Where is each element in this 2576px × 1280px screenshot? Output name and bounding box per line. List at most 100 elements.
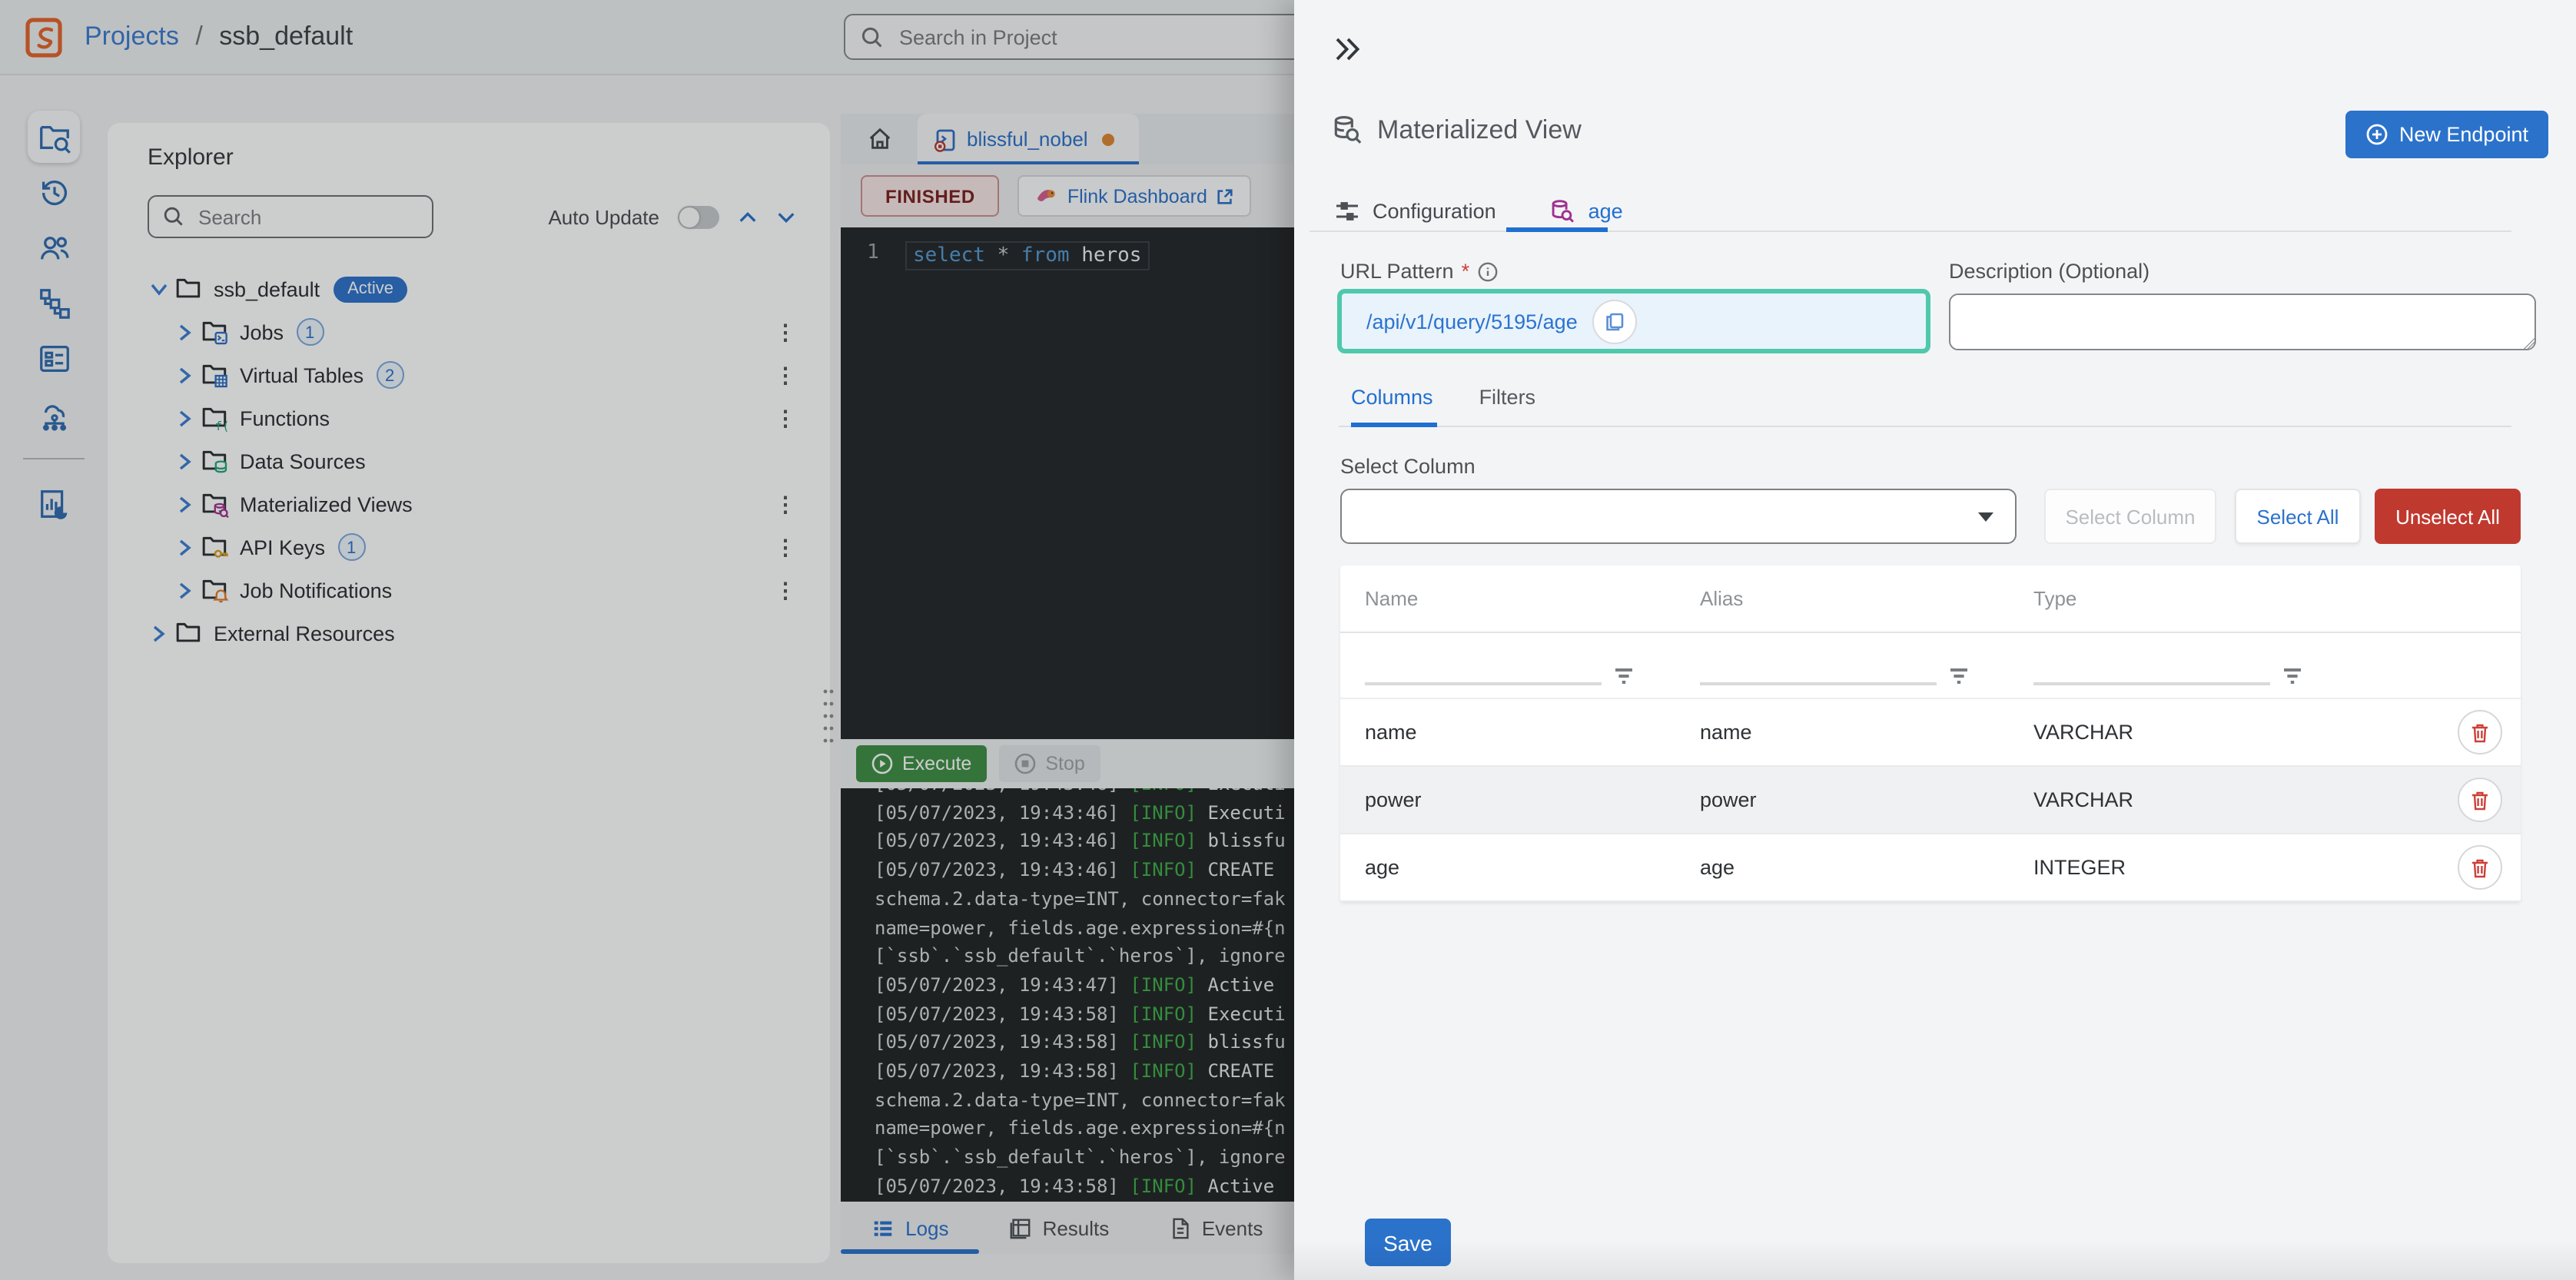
kebab-menu-icon[interactable]: ⋮ bbox=[775, 319, 796, 345]
tab-age[interactable]: age bbox=[1550, 197, 1623, 224]
panel-resize-handle[interactable] bbox=[821, 685, 836, 744]
filter-input-type[interactable] bbox=[2033, 645, 2270, 685]
caret-icon[interactable] bbox=[174, 582, 195, 599]
tab-blissful-nobel[interactable]: blissful_nobel bbox=[918, 114, 1139, 166]
filter-icon[interactable] bbox=[1614, 667, 1634, 685]
caret-icon[interactable] bbox=[174, 539, 195, 555]
url-pattern-field[interactable]: /api/v1/query/5195/age bbox=[1337, 289, 1930, 353]
filter-input-alias[interactable] bbox=[1700, 645, 1937, 685]
job-status-badge: FINISHED bbox=[861, 175, 1000, 217]
filter-input-name[interactable] bbox=[1365, 645, 1602, 685]
url-pattern-value[interactable]: /api/v1/query/5195/age bbox=[1366, 310, 1578, 333]
auto-update-toggle[interactable] bbox=[678, 205, 719, 228]
kebab-menu-icon[interactable]: ⋮ bbox=[775, 405, 796, 431]
tabs-divider bbox=[1310, 230, 2511, 232]
home-tab[interactable] bbox=[841, 114, 918, 164]
column-header-type: Type bbox=[2033, 587, 2077, 610]
save-button[interactable]: Save bbox=[1365, 1219, 1451, 1266]
kebab-menu-icon[interactable]: ⋮ bbox=[775, 491, 796, 517]
expand-all-icon[interactable] bbox=[776, 207, 796, 227]
caret-icon[interactable] bbox=[174, 323, 195, 340]
tree-item-label: External Resources bbox=[214, 622, 395, 645]
select-column-dropdown[interactable] bbox=[1340, 489, 2017, 544]
rail-history-icon[interactable] bbox=[28, 166, 80, 218]
copy-url-button[interactable] bbox=[1592, 299, 1638, 343]
stop-button[interactable]: Stop bbox=[999, 745, 1100, 782]
rail-monitoring-icon[interactable] bbox=[28, 478, 80, 530]
description-textarea[interactable] bbox=[1949, 293, 2536, 350]
caret-icon[interactable] bbox=[174, 410, 195, 426]
sql-editor[interactable]: 1 select * from heros bbox=[841, 227, 1294, 739]
delete-row-button[interactable] bbox=[2458, 710, 2502, 754]
delete-row-button[interactable] bbox=[2458, 845, 2502, 890]
flink-dashboard-button[interactable]: Flink Dashboard bbox=[1017, 175, 1252, 217]
delete-row-button[interactable] bbox=[2458, 778, 2502, 822]
log-line: [05/07/2023, 19:43:46] [INFO] Executi bbox=[875, 788, 1294, 798]
tree-item[interactable]: Jobs 1 ⋮ bbox=[108, 310, 830, 353]
select-column-button[interactable]: Select Column bbox=[2044, 489, 2216, 544]
log-line: [05/07/2023, 19:43:47] [INFO] Active bbox=[875, 973, 1275, 996]
list-icon bbox=[874, 1220, 892, 1235]
caret-icon[interactable] bbox=[148, 625, 169, 642]
caret-icon[interactable] bbox=[174, 453, 195, 469]
cell-name: age bbox=[1365, 856, 1400, 879]
info-icon[interactable] bbox=[1477, 260, 1499, 282]
job-icon bbox=[934, 128, 955, 151]
table-row: age age INTEGER bbox=[1340, 834, 2521, 902]
tab-configuration[interactable]: Configuration bbox=[1334, 197, 1496, 224]
app: Projects / ssb_default Search in Project… bbox=[0, 0, 2576, 1280]
caret-icon[interactable] bbox=[174, 366, 195, 383]
cell-name: name bbox=[1365, 721, 1417, 744]
explorer-panel: Explorer Auto Update ssb_default Active … bbox=[108, 123, 830, 1263]
filter-icon[interactable] bbox=[1949, 667, 1969, 685]
execute-button[interactable]: Execute bbox=[856, 745, 988, 782]
tab-results[interactable]: Results bbox=[980, 1202, 1139, 1254]
external-link-icon bbox=[1218, 188, 1233, 204]
tree-item[interactable]: Materialized Views ⋮ bbox=[108, 482, 830, 526]
tree-item[interactable]: ssb_default Active ⋮ bbox=[108, 267, 830, 310]
drawer-title: Materialized View bbox=[1377, 114, 1582, 144]
collapse-drawer-icon[interactable] bbox=[1331, 34, 1362, 65]
rail-pipelines-icon[interactable] bbox=[28, 277, 80, 329]
caret-icon[interactable] bbox=[148, 280, 169, 297]
select-all-button[interactable]: Select All bbox=[2235, 489, 2361, 544]
search-icon bbox=[164, 207, 183, 226]
tab-logs[interactable]: Logs bbox=[841, 1202, 980, 1254]
explorer-search-input[interactable] bbox=[195, 204, 401, 230]
filter-icon[interactable] bbox=[2282, 667, 2302, 685]
app-header: Projects / ssb_default bbox=[0, 0, 1294, 75]
tree-item[interactable]: Virtual Tables 2 ⋮ bbox=[108, 353, 830, 396]
tab-label: blissful_nobel bbox=[967, 128, 1088, 151]
cloudera-ssb-logo-icon[interactable] bbox=[23, 16, 65, 58]
breadcrumb-projects-link[interactable]: Projects bbox=[85, 22, 179, 51]
rail-explorer-icon[interactable] bbox=[28, 111, 80, 163]
active-badge: Active bbox=[334, 276, 408, 302]
editor-tabbar: blissful_nobel bbox=[841, 114, 1294, 166]
project-search-input[interactable] bbox=[896, 24, 1271, 50]
tree-item[interactable]: API Keys 1 ⋮ bbox=[108, 526, 830, 569]
logs-output[interactable]: [05/07/2023, 19:43:46] [INFO] Executi [05… bbox=[841, 788, 1294, 1202]
sliders-icon bbox=[1336, 201, 1358, 220]
subtab-filters[interactable]: Filters bbox=[1479, 386, 1536, 409]
tree-item[interactable]: f() Functions ⋮ bbox=[108, 396, 830, 439]
collapse-all-icon[interactable] bbox=[738, 207, 758, 227]
tree-item[interactable]: Data Sources ⋮ bbox=[108, 439, 830, 482]
rail-forms-icon[interactable] bbox=[28, 332, 80, 384]
rail-users-icon[interactable] bbox=[28, 221, 80, 274]
tree-item[interactable]: Job Notifications ⋮ bbox=[108, 569, 830, 612]
unselect-all-button[interactable]: Unselect All bbox=[2375, 489, 2521, 544]
rail-cloud-resources-icon[interactable] bbox=[28, 387, 80, 439]
subtab-columns[interactable]: Columns bbox=[1351, 386, 1433, 409]
kebab-menu-icon[interactable]: ⋮ bbox=[775, 534, 796, 560]
log-line: [05/07/2023, 19:43:58] [INFO] Active bbox=[875, 1175, 1275, 1197]
editor-toolbar: FINISHED Flink Dashboard bbox=[841, 164, 1294, 227]
home-icon bbox=[868, 128, 890, 149]
tree-item[interactable]: External Resources ⋮ bbox=[108, 612, 830, 655]
caret-icon[interactable] bbox=[174, 496, 195, 512]
folder-icon bbox=[175, 619, 203, 647]
kebab-menu-icon[interactable]: ⋮ bbox=[775, 362, 796, 388]
tab-events[interactable]: Events bbox=[1138, 1202, 1294, 1254]
log-line: name=power, fields.age.expression=#{n bbox=[875, 1117, 1286, 1139]
kebab-menu-icon[interactable]: ⋮ bbox=[775, 577, 796, 603]
new-endpoint-button[interactable]: New Endpoint bbox=[2345, 111, 2548, 158]
